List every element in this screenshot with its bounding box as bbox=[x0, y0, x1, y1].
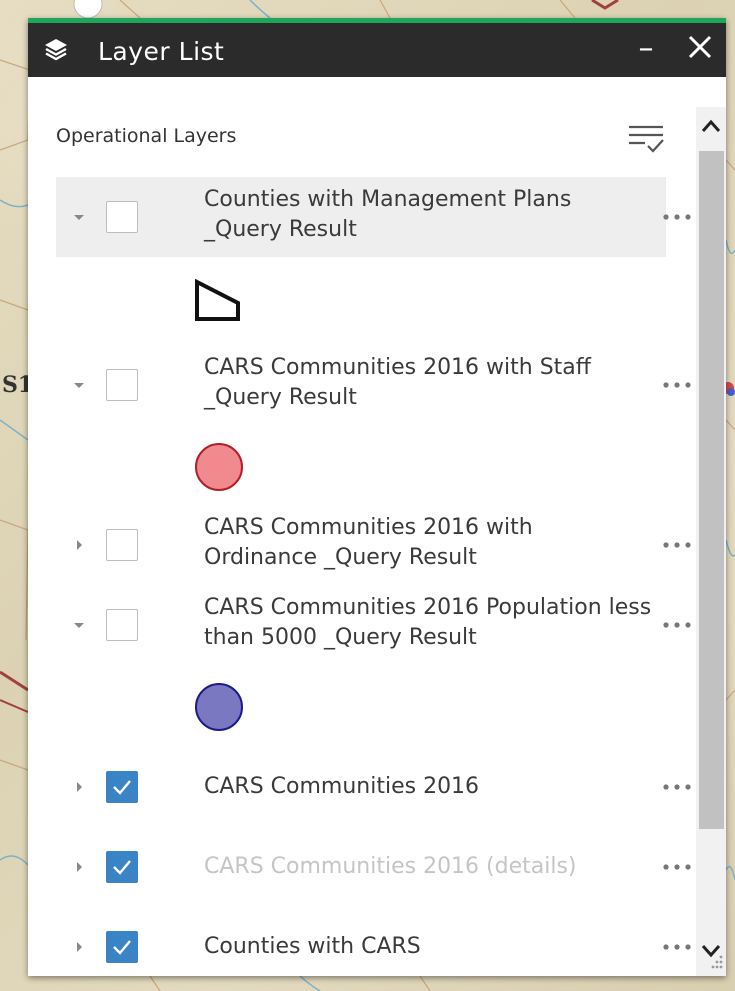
more-options-icon[interactable] bbox=[660, 615, 694, 635]
collapse-arrow-icon[interactable] bbox=[72, 618, 86, 632]
panel-title: Layer List bbox=[98, 37, 225, 66]
layer-title[interactable]: CARS Communities 2016 bbox=[204, 772, 652, 802]
more-options-icon[interactable] bbox=[660, 207, 694, 227]
close-icon[interactable] bbox=[682, 29, 718, 65]
minimize-button[interactable]: – bbox=[636, 29, 656, 69]
layer-title[interactable]: CARS Communities 2016 with Staff _Query … bbox=[204, 353, 652, 413]
expand-arrow-icon[interactable] bbox=[72, 860, 86, 874]
layer-visibility-checkbox[interactable] bbox=[106, 771, 138, 803]
layer-row[interactable]: Counties with Management Plans _Query Re… bbox=[56, 177, 691, 257]
layer-row[interactable]: CARS Communities 2016 bbox=[56, 747, 691, 827]
layer-row[interactable]: CARS Communities 2016 with Staff _Query … bbox=[56, 345, 691, 425]
expand-arrow-icon[interactable] bbox=[72, 538, 86, 552]
expand-arrow-icon[interactable] bbox=[72, 780, 86, 794]
layer-title[interactable]: Counties with CARS bbox=[204, 932, 652, 962]
checkmark-icon bbox=[113, 940, 131, 955]
scroll-up-icon[interactable] bbox=[696, 107, 726, 151]
layer-row[interactable]: CARS Communities 2016 (details) bbox=[56, 827, 691, 907]
more-options-icon[interactable] bbox=[660, 857, 694, 877]
point-legend-icon bbox=[195, 443, 243, 491]
layer-title[interactable]: CARS Communities 2016 with Ordinance _Qu… bbox=[204, 513, 652, 573]
layer-row[interactable]: Counties with CARS bbox=[56, 907, 691, 975]
layer-visibility-checkbox[interactable] bbox=[106, 931, 138, 963]
more-options-icon[interactable] bbox=[660, 535, 694, 555]
layer-visibility-checkbox[interactable] bbox=[106, 609, 138, 641]
more-options-icon[interactable] bbox=[660, 937, 694, 957]
panel-header: Layer List – bbox=[28, 23, 726, 77]
more-options-icon[interactable] bbox=[660, 375, 694, 395]
layer-row[interactable]: CARS Communities 2016 Population less th… bbox=[56, 585, 691, 665]
checkmark-icon bbox=[113, 860, 131, 875]
layer-visibility-checkbox[interactable] bbox=[106, 369, 138, 401]
layer-list-panel: Layer List – Operational Layers Counties… bbox=[28, 18, 726, 976]
layer-list-content: Operational Layers Counties with Managem… bbox=[28, 77, 726, 976]
scrollbar[interactable] bbox=[696, 107, 726, 976]
scrollbar-thumb[interactable] bbox=[699, 151, 724, 829]
filter-options-icon[interactable] bbox=[626, 121, 666, 155]
layer-visibility-checkbox[interactable] bbox=[106, 851, 138, 883]
more-options-icon[interactable] bbox=[660, 777, 694, 797]
layer-title[interactable]: CARS Communities 2016 (details) bbox=[204, 852, 652, 882]
checkmark-icon bbox=[113, 780, 131, 795]
layer-visibility-checkbox[interactable] bbox=[106, 201, 138, 233]
resize-grip-icon[interactable] bbox=[708, 953, 724, 971]
section-title: Operational Layers bbox=[56, 125, 237, 147]
expand-arrow-icon[interactable] bbox=[72, 940, 86, 954]
layer-visibility-checkbox[interactable] bbox=[106, 529, 138, 561]
point-legend-icon bbox=[195, 683, 243, 731]
layer-title[interactable]: Counties with Management Plans _Query Re… bbox=[204, 185, 652, 245]
layers-icon bbox=[45, 39, 67, 61]
polygon-legend-icon bbox=[195, 279, 240, 321]
collapse-arrow-icon[interactable] bbox=[72, 210, 86, 224]
collapse-arrow-icon[interactable] bbox=[72, 378, 86, 392]
layer-title[interactable]: CARS Communities 2016 Population less th… bbox=[204, 593, 652, 653]
layer-row[interactable]: CARS Communities 2016 with Ordinance _Qu… bbox=[56, 505, 691, 585]
